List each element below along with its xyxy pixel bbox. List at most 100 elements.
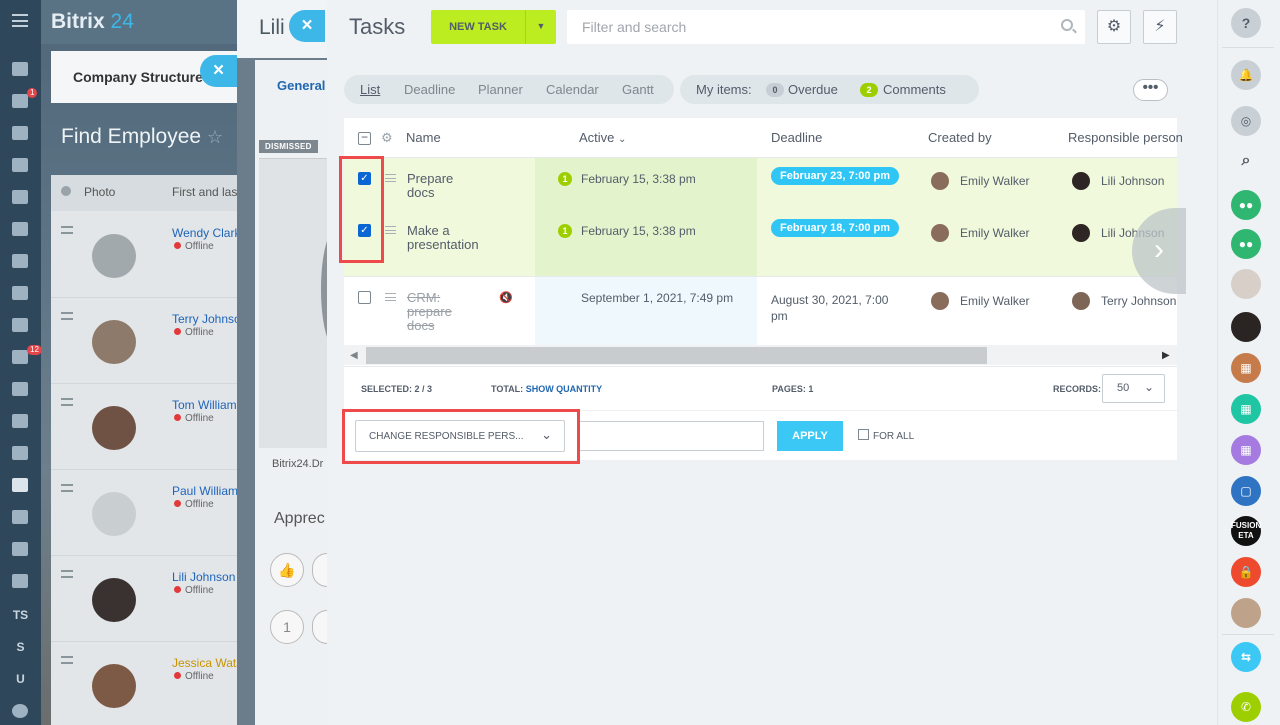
calendar-icon[interactable] — [12, 158, 28, 172]
responsible[interactable]: Lili Johnson — [1101, 174, 1164, 188]
tasks-icon[interactable] — [12, 222, 28, 236]
table-row[interactable]: ✓ Make a presentation 1 February 15, 3:38… — [344, 210, 1177, 277]
group-chat-icon[interactable]: ●● — [1231, 190, 1261, 220]
task-name[interactable]: Make a presentation — [407, 224, 479, 252]
left-u[interactable]: U — [0, 672, 41, 686]
select-all-checkbox[interactable]: − — [358, 131, 371, 145]
docs-icon[interactable] — [12, 190, 28, 204]
chevron-down-icon[interactable]: ▼ — [525, 10, 556, 44]
transfer-icon[interactable]: ⇆ — [1231, 642, 1261, 672]
calendar-green-icon[interactable]: ▦ — [1231, 394, 1261, 424]
window-icon[interactable] — [12, 414, 28, 428]
overdue-filter[interactable]: Overdue — [788, 82, 838, 97]
tab-planner[interactable]: Planner — [478, 82, 523, 97]
new-task-label[interactable]: NEW TASK — [431, 10, 525, 44]
left-s[interactable]: S — [0, 640, 41, 654]
bell-icon[interactable]: 🔔 — [1231, 60, 1261, 90]
drag-icon[interactable] — [385, 293, 396, 301]
col-name[interactable]: Name — [406, 130, 441, 145]
groups-icon[interactable] — [12, 318, 28, 332]
table-row[interactable]: Lili Johnson Offline — [51, 556, 237, 642]
for-all-checkbox[interactable]: FOR ALL — [858, 429, 914, 442]
box2-icon[interactable] — [12, 574, 28, 588]
target-icon[interactable] — [12, 382, 28, 396]
lightning-icon[interactable]: ⚡ — [1143, 10, 1177, 44]
cart-icon[interactable] — [12, 446, 28, 460]
records-select[interactable]: 50 ⌄ — [1102, 374, 1165, 403]
search-icon[interactable] — [1061, 19, 1073, 31]
created-by[interactable]: Emily Walker — [960, 294, 1030, 308]
chat-search-icon[interactable]: ◎ — [1231, 106, 1261, 136]
search-input[interactable]: Filter and search — [567, 10, 1085, 44]
drag-icon[interactable] — [61, 484, 73, 492]
checkbox-box[interactable] — [858, 429, 869, 440]
col-created-by[interactable]: Created by — [928, 130, 992, 145]
employee-name[interactable]: Jessica Wats — [172, 656, 242, 670]
apply-button[interactable]: APPLY — [777, 421, 843, 451]
more-button[interactable]: ••• — [1133, 79, 1168, 101]
employee-name[interactable]: Terry Johnso — [172, 312, 241, 326]
group-chat2-icon[interactable]: ●● — [1231, 229, 1261, 259]
filter-icon[interactable] — [12, 350, 28, 364]
box-icon[interactable] — [12, 542, 28, 556]
drag-icon[interactable] — [61, 398, 73, 406]
gear-icon[interactable]: ⚙ — [1097, 10, 1131, 44]
col-responsible[interactable]: Responsible person — [1068, 130, 1183, 145]
avatar[interactable] — [1231, 269, 1261, 299]
settings-icon[interactable] — [61, 186, 71, 196]
table-row[interactable]: Terry Johnso Offline — [51, 298, 241, 384]
employees-icon[interactable] — [12, 478, 28, 492]
employee-name[interactable]: Tom Williams — [172, 398, 243, 412]
col-active[interactable]: Active ⌄ — [579, 130, 626, 145]
sync-icon[interactable] — [12, 510, 28, 524]
tab-general[interactable]: General — [277, 78, 325, 93]
tab-deadline[interactable]: Deadline — [404, 82, 455, 97]
scroll-right-icon[interactable]: ▶ — [1162, 350, 1170, 361]
star-icon[interactable]: ☆ — [207, 127, 223, 147]
task-name[interactable]: Prepare docs — [407, 172, 453, 200]
close-icon[interactable]: × — [289, 10, 325, 42]
task-name[interactable]: CRM: prepare docs — [407, 291, 452, 333]
table-row[interactable]: Paul William Offline — [51, 470, 238, 556]
avatar[interactable] — [1231, 312, 1261, 342]
tab-list[interactable]: List — [360, 82, 380, 97]
calendar-purple-icon[interactable]: ▦ — [1231, 435, 1261, 465]
show-quantity-link[interactable]: SHOW QUANTITY — [526, 384, 603, 394]
lock-icon[interactable]: 🔒 — [1231, 557, 1261, 587]
messenger-icon[interactable] — [12, 94, 28, 108]
chevron-down-icon[interactable] — [12, 704, 28, 718]
responsible[interactable]: Terry Johnson — [1101, 294, 1176, 308]
left-ts[interactable]: TS — [0, 608, 41, 622]
employee-name[interactable]: Lili Johnson — [172, 570, 235, 584]
chat-icon[interactable] — [12, 126, 28, 140]
counter-badge[interactable]: 1 — [270, 610, 304, 644]
employee-name[interactable]: Wendy Clark — [172, 226, 240, 240]
tab-calendar[interactable]: Calendar — [546, 82, 599, 97]
fusion-app-icon[interactable]: FUSION ETA — [1231, 516, 1261, 546]
row-checkbox[interactable] — [358, 291, 371, 304]
calendar-app-icon[interactable]: ▦ — [1231, 353, 1261, 383]
scrollbar-thumb[interactable] — [366, 347, 987, 364]
created-by[interactable]: Emily Walker — [960, 174, 1030, 188]
deadline-badge[interactable]: February 18, 7:00 pm — [771, 219, 900, 237]
table-row[interactable]: ✓ Prepare docs 1 February 15, 3:38 pm Feb… — [344, 158, 1177, 210]
new-task-button[interactable]: NEW TASK ▼ — [431, 10, 556, 44]
drag-icon[interactable] — [61, 226, 73, 234]
avatar[interactable] — [1231, 598, 1261, 628]
table-row[interactable]: CRM: prepare docs 🔇 September 1, 2021, 7:4… — [344, 278, 1177, 345]
table-row[interactable]: Jessica Wats Offline — [51, 642, 242, 725]
thumb-up-icon[interactable]: 👍 — [270, 553, 304, 587]
responsible-input[interactable] — [578, 421, 764, 451]
tab-gantt[interactable]: Gantt — [622, 82, 654, 97]
col-deadline[interactable]: Deadline — [771, 130, 822, 145]
chat-group-icon[interactable]: ▢ — [1231, 476, 1261, 506]
comments-filter[interactable]: Comments — [883, 82, 946, 97]
drive-icon[interactable] — [12, 254, 28, 268]
search-icon[interactable]: ⌕ — [1231, 146, 1261, 176]
deadline-text[interactable]: August 30, 2021, 7:00 pm — [771, 292, 888, 324]
mute-icon[interactable]: 🔇 — [499, 291, 513, 304]
drag-icon[interactable] — [61, 570, 73, 578]
close-icon[interactable]: × — [200, 55, 237, 87]
drag-icon[interactable] — [385, 226, 396, 234]
table-row[interactable]: Tom Williams Offline — [51, 384, 243, 470]
